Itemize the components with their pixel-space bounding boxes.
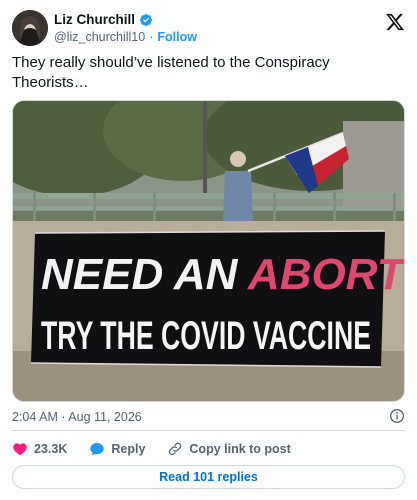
divider: [12, 430, 405, 431]
heart-icon: [13, 443, 27, 456]
verified-badge-icon: [139, 13, 153, 27]
reply-button[interactable]: Reply: [89, 441, 145, 457]
avatar[interactable]: [12, 10, 48, 46]
name-row: Liz Churchill: [54, 11, 197, 28]
likes-count: 23.3K: [34, 442, 68, 456]
user-handle[interactable]: @liz_churchill10: [54, 30, 145, 44]
x-logo-icon[interactable]: [385, 12, 405, 32]
copy-link-button[interactable]: Copy link to post: [167, 441, 291, 457]
author-block: Liz Churchill @liz_churchill10 · Follow: [54, 11, 197, 45]
banner-text-line2: TRY THE COVID VACCINE: [41, 314, 371, 358]
tweet-image[interactable]: NEED AN ABORTION? TRY THE COVID VACCINE: [12, 100, 405, 402]
link-icon: [169, 442, 182, 456]
banner-text-line1-b: ABORTION?: [247, 250, 405, 299]
tweet-text: They really should’ve listened to the Co…: [12, 54, 330, 91]
follow-button[interactable]: Follow: [157, 30, 197, 44]
display-name[interactable]: Liz Churchill: [54, 12, 135, 27]
copy-link-label: Copy link to post: [189, 442, 291, 456]
separator-dot: ·: [149, 29, 154, 44]
tweet-header: Liz Churchill @liz_churchill10 · Follow: [12, 10, 405, 46]
timestamp-row: 2:04 AM · Aug 11, 2026: [12, 408, 405, 426]
info-icon[interactable]: [389, 408, 405, 424]
read-replies-button[interactable]: Read 101 replies: [12, 465, 405, 489]
timestamp[interactable]: 2:04 AM · Aug 11, 2026: [12, 410, 142, 424]
handle-row: @liz_churchill10 · Follow: [54, 28, 197, 45]
banner-text-line1: NEED AN ABORTION?: [41, 250, 405, 299]
tweet-card: Liz Churchill @liz_churchill10 · Follow …: [0, 0, 417, 500]
reply-bubble-icon: [90, 443, 105, 456]
reply-label: Reply: [111, 442, 146, 456]
like-button[interactable]: 23.3K: [12, 441, 67, 457]
action-bar: 23.3K Reply Copy link to post: [12, 440, 405, 458]
banner-text-line1-a: NEED AN: [41, 250, 248, 299]
